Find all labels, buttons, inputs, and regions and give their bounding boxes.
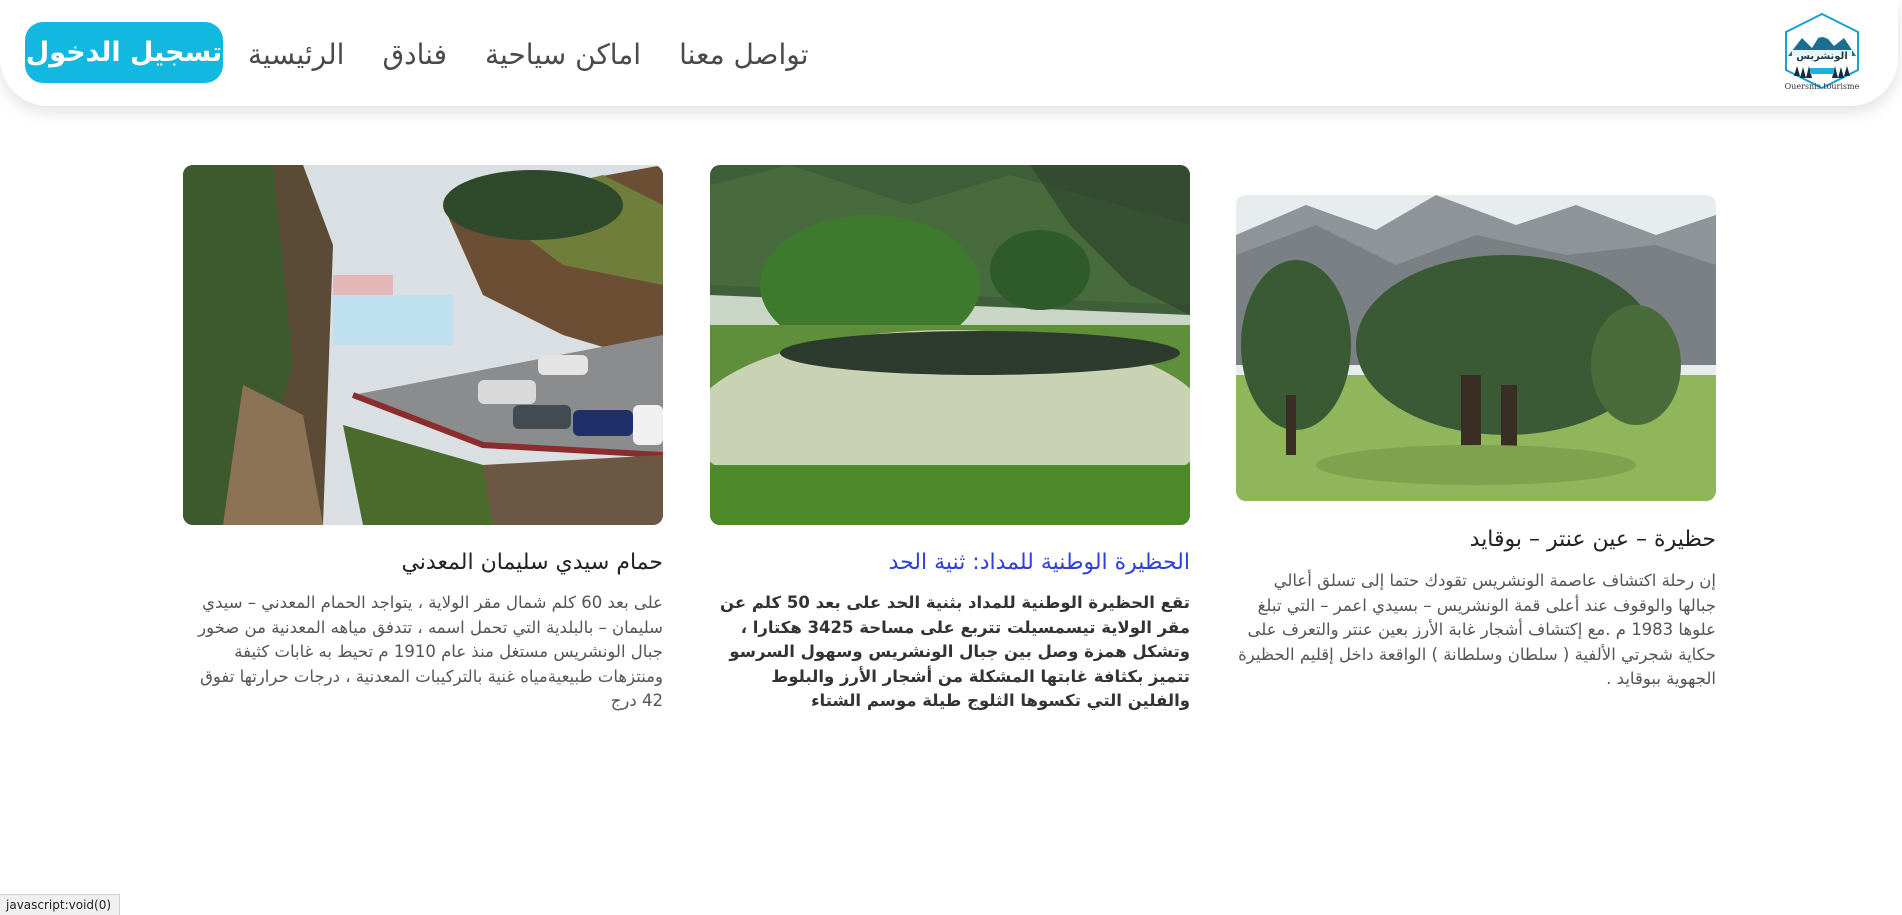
card-text-hammam: على بعد 60 كلم شمال مقر الولاية ، يتواجد… [198, 593, 663, 710]
nav-link-contact[interactable]: تواصل معنا [679, 38, 808, 71]
card-ain-antar: حظيرة – عين عنتر – بوقايد إن رحلة اكتشاف… [1236, 165, 1716, 725]
svg-text:الونشريس: الونشريس [1796, 51, 1848, 62]
cedar-forest-landscape-image [1236, 195, 1716, 501]
card-image-theniet-el-had[interactable] [710, 165, 1190, 525]
nav-link-home[interactable]: الرئيسية [248, 38, 344, 71]
card-image-ain-antar[interactable] [1236, 195, 1716, 501]
nav-link-tourist-places[interactable]: اماكن سياحية [485, 38, 641, 71]
card-image-hammam[interactable] [183, 165, 663, 525]
nav-link-hotels[interactable]: فنادق [382, 38, 447, 71]
card-title-ain-antar[interactable]: حظيرة – عين عنتر – بوقايد [1236, 527, 1716, 552]
card-hammam: حمام سيدي سليمان المعدني على بعد 60 كلم … [183, 165, 663, 725]
nav-links: الرئيسية فنادق اماكن سياحية تواصل معنا [248, 32, 809, 76]
browser-status-bar: javascript:void(0) [0, 894, 121, 915]
card-title-theniet-el-had[interactable]: الحظيرة الوطنية للمداد: ثنية الحد [710, 550, 1190, 575]
card-text-theniet-el-had: تقع الحظيرة الوطنية للمداد بثنية الحد عل… [720, 593, 1190, 710]
login-button[interactable]: تسجيل الدخول [25, 22, 223, 83]
national-park-landscape-image [710, 165, 1190, 525]
navbar: تسجيل الدخول الرئيسية فنادق اماكن سياحية… [0, 0, 1898, 106]
card-title-hammam[interactable]: حمام سيدي سليمان المعدني [183, 550, 663, 575]
logo-caption: Ouersnis tourisme [1784, 82, 1860, 91]
hammam-landscape-image [183, 165, 663, 525]
card-theniet-el-had: الحظيرة الوطنية للمداد: ثنية الحد تقع ال… [710, 165, 1190, 725]
card-text-ain-antar: إن رحلة اكتشاف عاصمة الونشريس تقودك حتما… [1238, 571, 1716, 688]
